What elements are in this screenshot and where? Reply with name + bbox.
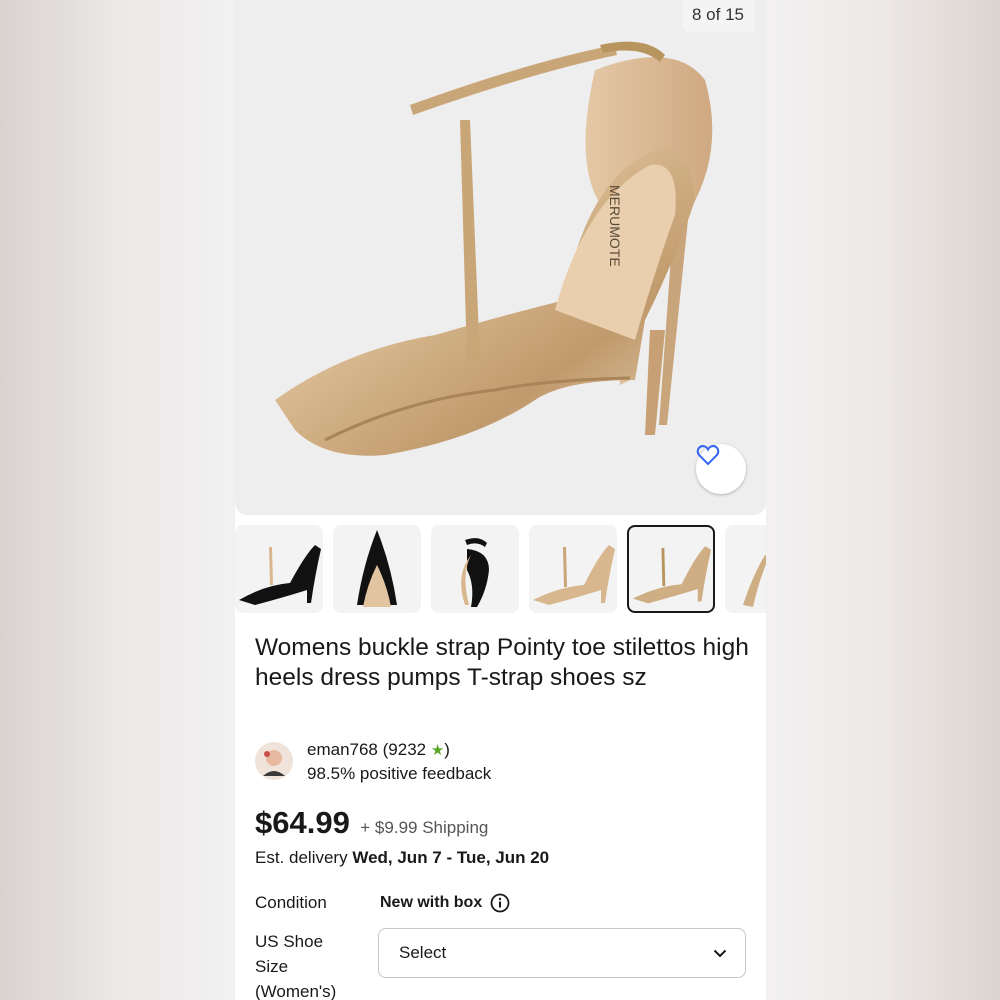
estimated-delivery: Est. delivery Wed, Jun 7 - Tue, Jun 20 [255, 847, 549, 869]
shipping-cost: + $9.99 Shipping [360, 818, 489, 837]
seller-info[interactable]: eman768 (9232 ★) 98.5% positive feedback [255, 740, 735, 784]
brand-imprint: MERUMOTE [607, 185, 623, 267]
product-image-gallery[interactable]: MERUMOTE 8 of 15 [235, 0, 766, 515]
gold-pump-partial-thumbnail [743, 555, 766, 607]
delivery-label: Est. delivery [255, 848, 348, 867]
thumbnail-4[interactable] [529, 525, 617, 613]
info-icon[interactable] [490, 893, 510, 913]
avatar-image [255, 742, 293, 780]
image-counter: 8 of 15 [682, 0, 754, 32]
delivery-dates: Wed, Jun 7 - Tue, Jun 20 [352, 848, 550, 867]
thumbnail-6[interactable] [725, 525, 766, 613]
app-screen: MERUMOTE 8 of 15 Womens buckle strap Poi… [235, 0, 766, 1000]
price-row: $64.99 + $9.99 Shipping [255, 805, 755, 841]
condition-text: New with box [380, 894, 483, 911]
size-select[interactable]: Select [378, 928, 746, 978]
heart-icon [696, 445, 720, 466]
black-pump-back-thumbnail [461, 538, 489, 607]
seller-username[interactable]: eman768 [307, 740, 378, 759]
size-select-value: Select [399, 943, 447, 962]
item-price: $64.99 [255, 805, 350, 840]
thumbnail-strip [235, 525, 766, 615]
gold-pump-thumbnail [632, 546, 712, 604]
thumbnail-3[interactable] [431, 525, 519, 613]
seller-name-line[interactable]: eman768 (9232 ★) [307, 740, 450, 761]
thumbnail-2[interactable] [333, 525, 421, 613]
size-label: US Shoe Size (Women's) [255, 932, 337, 1000]
seller-score-close: ) [444, 740, 450, 759]
seller-avatar[interactable] [255, 742, 293, 780]
favorite-button[interactable] [696, 444, 746, 494]
condition-label: Condition [255, 893, 327, 912]
chevron-down-icon [713, 949, 727, 957]
thumbnail-1[interactable] [235, 525, 323, 613]
seller-feedback: 98.5% positive feedback [307, 764, 492, 783]
listing-title: Womens buckle strap Pointy toe stilettos… [255, 634, 749, 691]
seller-score: (9232 [382, 740, 427, 759]
nude-pump-thumbnail [533, 545, 615, 605]
black-pump-thumbnail [239, 545, 321, 605]
product-photo: MERUMOTE [275, 41, 713, 456]
black-pump-front-thumbnail [357, 530, 397, 607]
thumbnail-5[interactable] [627, 525, 715, 613]
condition-value: New with box [380, 892, 510, 914]
star-icon: ★ [430, 742, 445, 759]
